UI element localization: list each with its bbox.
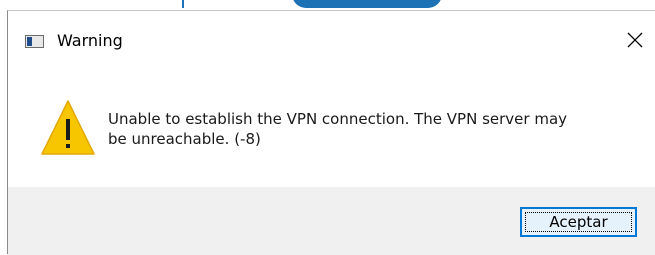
title-bar[interactable]: Warning [8, 11, 655, 69]
warning-dialog: Warning Unable to establish the VPN conn… [7, 10, 655, 255]
close-button[interactable] [620, 25, 650, 55]
accept-button[interactable]: Aceptar [520, 207, 637, 237]
background-artwork-line [182, 0, 184, 8]
warning-message: Unable to establish the VPN connection. … [108, 109, 628, 149]
dialog-body: Unable to establish the VPN connection. … [8, 69, 655, 187]
accept-button-label: Aceptar [549, 213, 608, 231]
dialog-title: Warning [57, 31, 123, 50]
message-line-1: Unable to establish the VPN connection. … [108, 110, 568, 128]
message-line-2: be unreachable. (-8) [108, 130, 261, 148]
warning-icon [41, 100, 95, 155]
close-icon [627, 32, 643, 48]
window-app-icon [25, 35, 44, 48]
dialog-footer: Aceptar [8, 187, 655, 255]
app-icon-bar [27, 37, 32, 46]
background-artwork [292, 0, 442, 8]
